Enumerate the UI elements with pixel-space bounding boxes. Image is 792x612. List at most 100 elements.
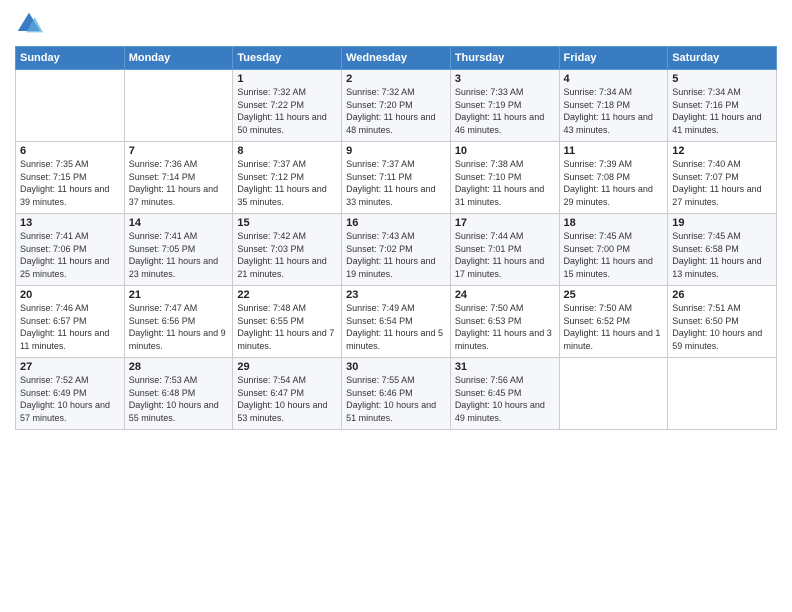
day-number: 24	[455, 289, 555, 301]
day-number: 10	[455, 145, 555, 157]
day-cell-24: 22Sunrise: 7:48 AMSunset: 6:55 PMDayligh…	[233, 286, 342, 358]
day-cell-34	[559, 358, 668, 430]
day-cell-16: 14Sunrise: 7:41 AMSunset: 7:05 PMDayligh…	[124, 214, 233, 286]
day-cell-20: 18Sunrise: 7:45 AMSunset: 7:00 PMDayligh…	[559, 214, 668, 286]
day-cell-26: 24Sunrise: 7:50 AMSunset: 6:53 PMDayligh…	[450, 286, 559, 358]
day-number: 15	[237, 217, 337, 229]
day-number: 17	[455, 217, 555, 229]
day-cell-29: 27Sunrise: 7:52 AMSunset: 6:49 PMDayligh…	[16, 358, 125, 430]
day-number: 16	[346, 217, 446, 229]
logo	[15, 10, 47, 38]
day-number: 14	[129, 217, 229, 229]
day-info: Sunrise: 7:45 AMSunset: 7:00 PMDaylight:…	[564, 230, 664, 280]
day-cell-11: 9Sunrise: 7:37 AMSunset: 7:11 PMDaylight…	[342, 142, 451, 214]
day-number: 20	[20, 289, 120, 301]
day-cell-4: 2Sunrise: 7:32 AMSunset: 7:20 PMDaylight…	[342, 70, 451, 142]
day-info: Sunrise: 7:47 AMSunset: 6:56 PMDaylight:…	[129, 302, 229, 352]
week-row-4: 20Sunrise: 7:46 AMSunset: 6:57 PMDayligh…	[16, 286, 777, 358]
day-cell-9: 7Sunrise: 7:36 AMSunset: 7:14 PMDaylight…	[124, 142, 233, 214]
day-info: Sunrise: 7:45 AMSunset: 6:58 PMDaylight:…	[672, 230, 772, 280]
day-info: Sunrise: 7:42 AMSunset: 7:03 PMDaylight:…	[237, 230, 337, 280]
day-info: Sunrise: 7:41 AMSunset: 7:06 PMDaylight:…	[20, 230, 120, 280]
day-info: Sunrise: 7:32 AMSunset: 7:20 PMDaylight:…	[346, 86, 446, 136]
day-number: 4	[564, 73, 664, 85]
day-info: Sunrise: 7:39 AMSunset: 7:08 PMDaylight:…	[564, 158, 664, 208]
day-info: Sunrise: 7:33 AMSunset: 7:19 PMDaylight:…	[455, 86, 555, 136]
day-number: 31	[455, 361, 555, 373]
week-row-3: 13Sunrise: 7:41 AMSunset: 7:06 PMDayligh…	[16, 214, 777, 286]
col-sunday: Sunday	[16, 47, 125, 70]
day-info: Sunrise: 7:54 AMSunset: 6:47 PMDaylight:…	[237, 374, 337, 424]
day-info: Sunrise: 7:50 AMSunset: 6:52 PMDaylight:…	[564, 302, 664, 352]
day-number: 28	[129, 361, 229, 373]
day-number: 1	[237, 73, 337, 85]
day-cell-19: 17Sunrise: 7:44 AMSunset: 7:01 PMDayligh…	[450, 214, 559, 286]
day-number: 5	[672, 73, 772, 85]
day-info: Sunrise: 7:44 AMSunset: 7:01 PMDaylight:…	[455, 230, 555, 280]
calendar-table: Sunday Monday Tuesday Wednesday Thursday…	[15, 46, 777, 430]
week-row-2: 6Sunrise: 7:35 AMSunset: 7:15 PMDaylight…	[16, 142, 777, 214]
day-info: Sunrise: 7:43 AMSunset: 7:02 PMDaylight:…	[346, 230, 446, 280]
day-cell-2	[124, 70, 233, 142]
day-number: 21	[129, 289, 229, 301]
day-info: Sunrise: 7:35 AMSunset: 7:15 PMDaylight:…	[20, 158, 120, 208]
day-cell-28: 26Sunrise: 7:51 AMSunset: 6:50 PMDayligh…	[668, 286, 777, 358]
day-info: Sunrise: 7:52 AMSunset: 6:49 PMDaylight:…	[20, 374, 120, 424]
day-number: 18	[564, 217, 664, 229]
week-row-1: 1Sunrise: 7:32 AMSunset: 7:22 PMDaylight…	[16, 70, 777, 142]
col-tuesday: Tuesday	[233, 47, 342, 70]
day-info: Sunrise: 7:53 AMSunset: 6:48 PMDaylight:…	[129, 374, 229, 424]
day-info: Sunrise: 7:38 AMSunset: 7:10 PMDaylight:…	[455, 158, 555, 208]
day-number: 27	[20, 361, 120, 373]
day-number: 11	[564, 145, 664, 157]
day-number: 7	[129, 145, 229, 157]
day-cell-22: 20Sunrise: 7:46 AMSunset: 6:57 PMDayligh…	[16, 286, 125, 358]
calendar-body: 1Sunrise: 7:32 AMSunset: 7:22 PMDaylight…	[16, 70, 777, 430]
day-cell-27: 25Sunrise: 7:50 AMSunset: 6:52 PMDayligh…	[559, 286, 668, 358]
calendar-header: Sunday Monday Tuesday Wednesday Thursday…	[16, 47, 777, 70]
day-info: Sunrise: 7:34 AMSunset: 7:18 PMDaylight:…	[564, 86, 664, 136]
day-cell-31: 29Sunrise: 7:54 AMSunset: 6:47 PMDayligh…	[233, 358, 342, 430]
day-number: 6	[20, 145, 120, 157]
day-number: 30	[346, 361, 446, 373]
day-info: Sunrise: 7:34 AMSunset: 7:16 PMDaylight:…	[672, 86, 772, 136]
day-number: 9	[346, 145, 446, 157]
day-cell-3: 1Sunrise: 7:32 AMSunset: 7:22 PMDaylight…	[233, 70, 342, 142]
day-cell-25: 23Sunrise: 7:49 AMSunset: 6:54 PMDayligh…	[342, 286, 451, 358]
day-cell-8: 6Sunrise: 7:35 AMSunset: 7:15 PMDaylight…	[16, 142, 125, 214]
col-monday: Monday	[124, 47, 233, 70]
day-cell-1	[16, 70, 125, 142]
day-cell-13: 11Sunrise: 7:39 AMSunset: 7:08 PMDayligh…	[559, 142, 668, 214]
day-number: 3	[455, 73, 555, 85]
day-number: 26	[672, 289, 772, 301]
day-cell-32: 30Sunrise: 7:55 AMSunset: 6:46 PMDayligh…	[342, 358, 451, 430]
logo-icon	[15, 10, 43, 38]
day-number: 25	[564, 289, 664, 301]
header	[15, 10, 777, 38]
day-cell-21: 19Sunrise: 7:45 AMSunset: 6:58 PMDayligh…	[668, 214, 777, 286]
day-number: 22	[237, 289, 337, 301]
header-row: Sunday Monday Tuesday Wednesday Thursday…	[16, 47, 777, 70]
day-number: 19	[672, 217, 772, 229]
day-info: Sunrise: 7:36 AMSunset: 7:14 PMDaylight:…	[129, 158, 229, 208]
day-number: 23	[346, 289, 446, 301]
day-info: Sunrise: 7:32 AMSunset: 7:22 PMDaylight:…	[237, 86, 337, 136]
day-number: 13	[20, 217, 120, 229]
day-info: Sunrise: 7:49 AMSunset: 6:54 PMDaylight:…	[346, 302, 446, 352]
day-info: Sunrise: 7:48 AMSunset: 6:55 PMDaylight:…	[237, 302, 337, 352]
day-cell-30: 28Sunrise: 7:53 AMSunset: 6:48 PMDayligh…	[124, 358, 233, 430]
day-info: Sunrise: 7:55 AMSunset: 6:46 PMDaylight:…	[346, 374, 446, 424]
col-saturday: Saturday	[668, 47, 777, 70]
day-cell-12: 10Sunrise: 7:38 AMSunset: 7:10 PMDayligh…	[450, 142, 559, 214]
day-info: Sunrise: 7:46 AMSunset: 6:57 PMDaylight:…	[20, 302, 120, 352]
day-number: 29	[237, 361, 337, 373]
week-row-5: 27Sunrise: 7:52 AMSunset: 6:49 PMDayligh…	[16, 358, 777, 430]
day-cell-14: 12Sunrise: 7:40 AMSunset: 7:07 PMDayligh…	[668, 142, 777, 214]
day-info: Sunrise: 7:51 AMSunset: 6:50 PMDaylight:…	[672, 302, 772, 352]
day-number: 12	[672, 145, 772, 157]
day-number: 8	[237, 145, 337, 157]
col-thursday: Thursday	[450, 47, 559, 70]
day-info: Sunrise: 7:50 AMSunset: 6:53 PMDaylight:…	[455, 302, 555, 352]
day-cell-15: 13Sunrise: 7:41 AMSunset: 7:06 PMDayligh…	[16, 214, 125, 286]
day-cell-33: 31Sunrise: 7:56 AMSunset: 6:45 PMDayligh…	[450, 358, 559, 430]
